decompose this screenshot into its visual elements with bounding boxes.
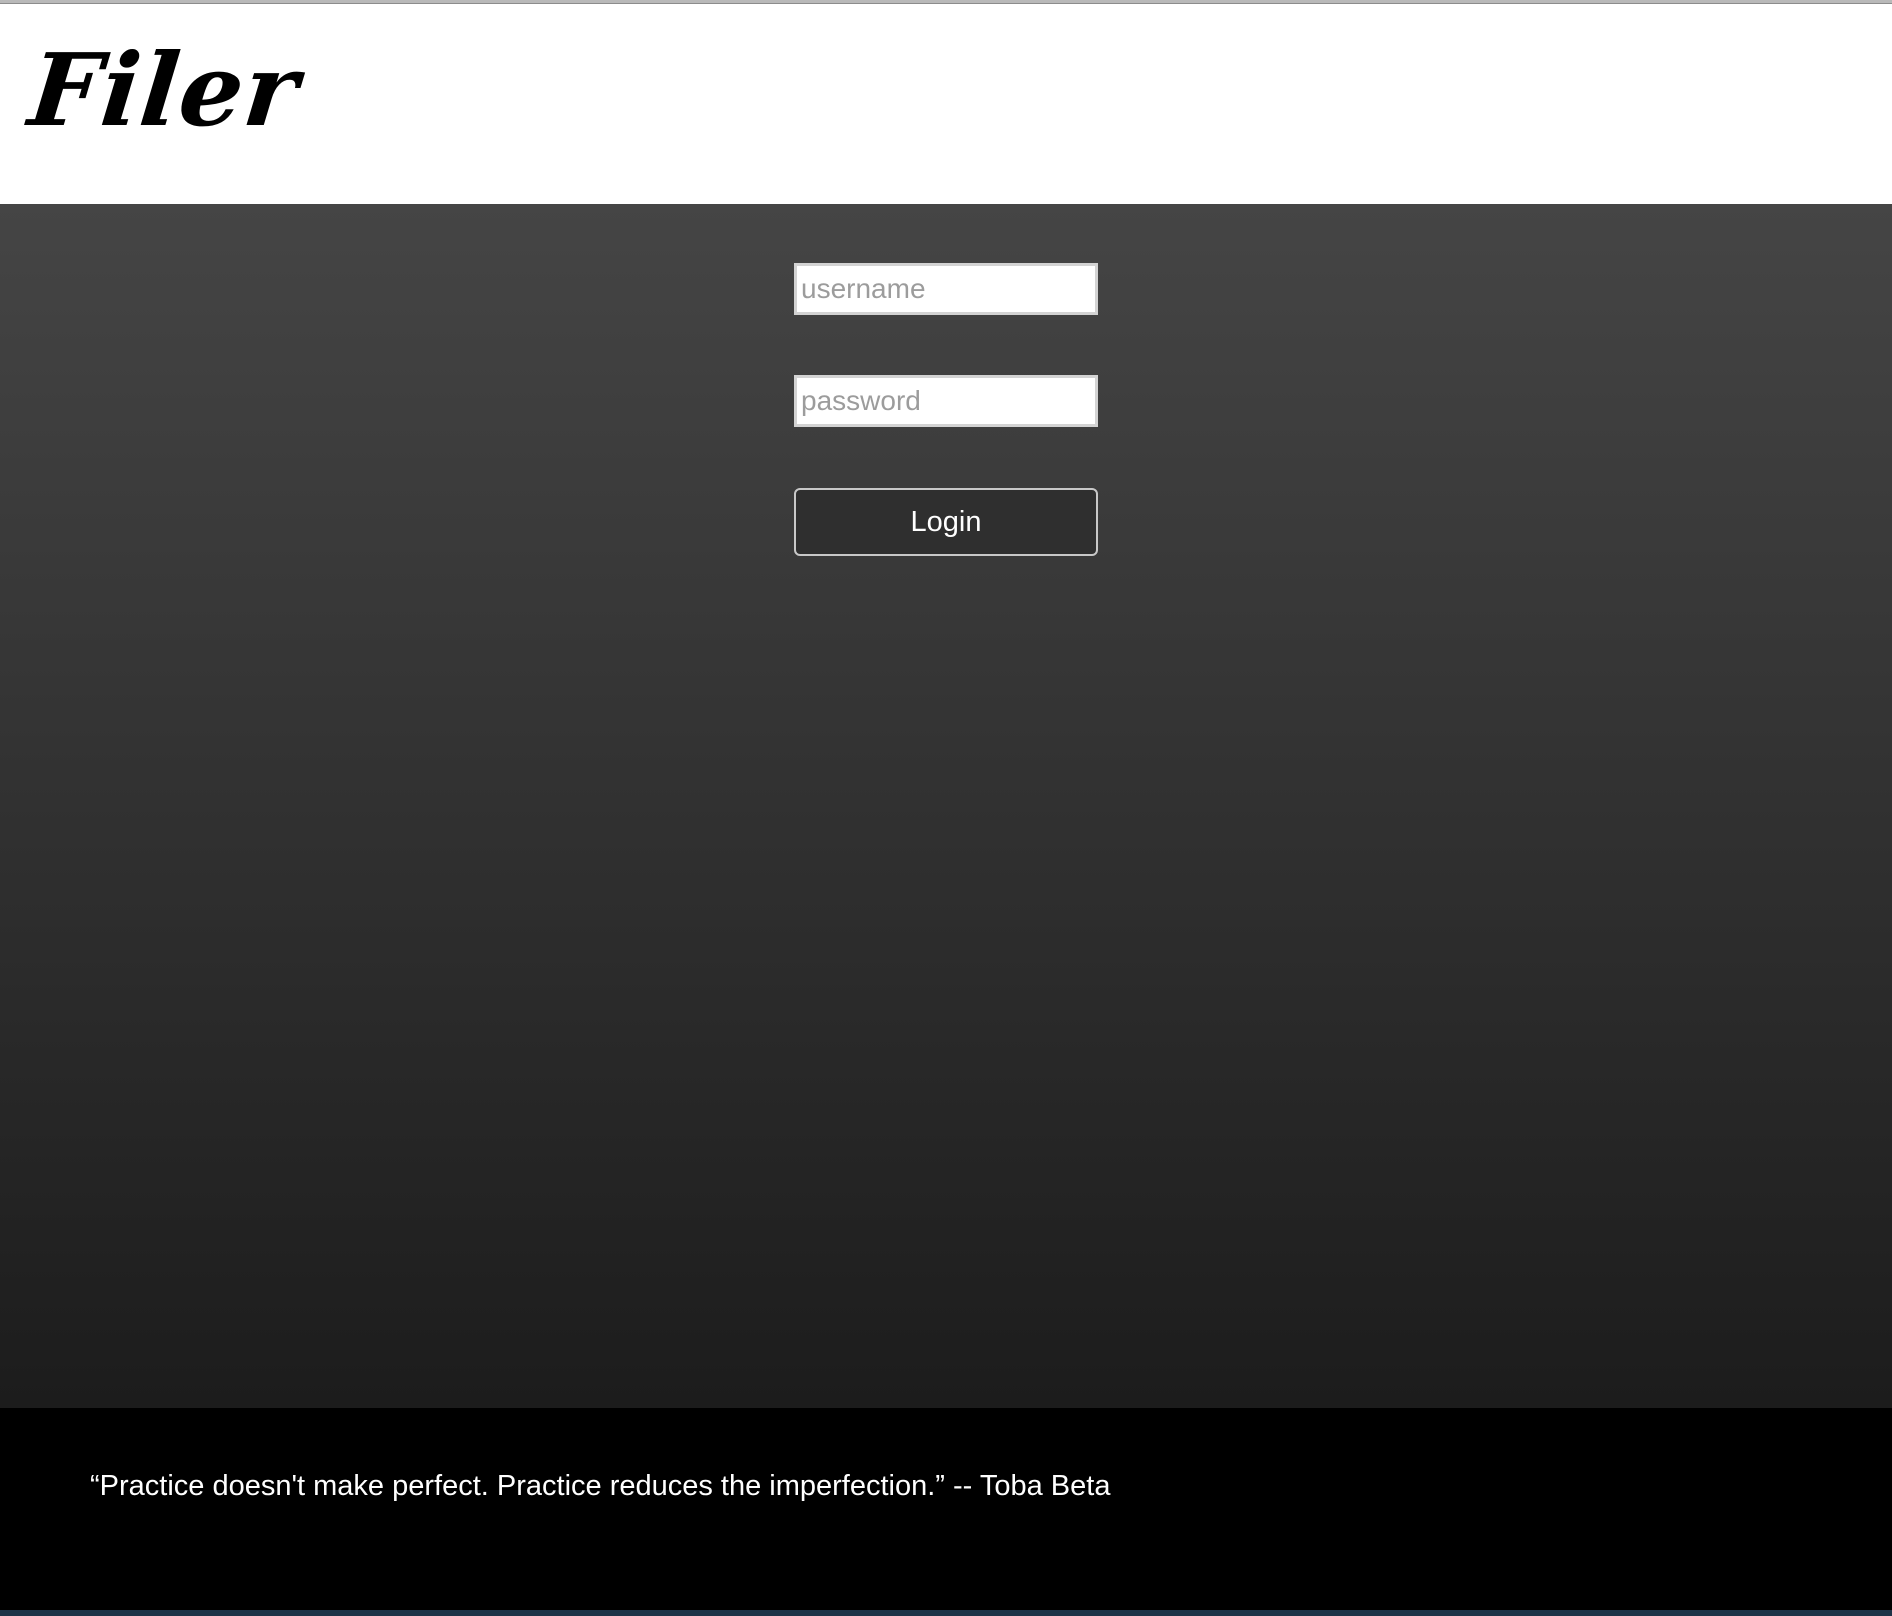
login-button[interactable]: Login [794,488,1098,556]
site-footer: “Practice doesn't make perfect. Practice… [0,1408,1892,1610]
browser-viewport: Filer Login “Practice doesn't make perfe… [0,0,1892,1610]
site-header: Filer [0,4,1892,204]
filer-logo[interactable]: Filer [24,30,305,150]
footer-quote: “Practice doesn't make perfect. Practice… [90,1470,1111,1502]
password-input[interactable] [794,375,1098,427]
username-input[interactable] [794,263,1098,315]
login-area: Login [0,204,1892,1408]
